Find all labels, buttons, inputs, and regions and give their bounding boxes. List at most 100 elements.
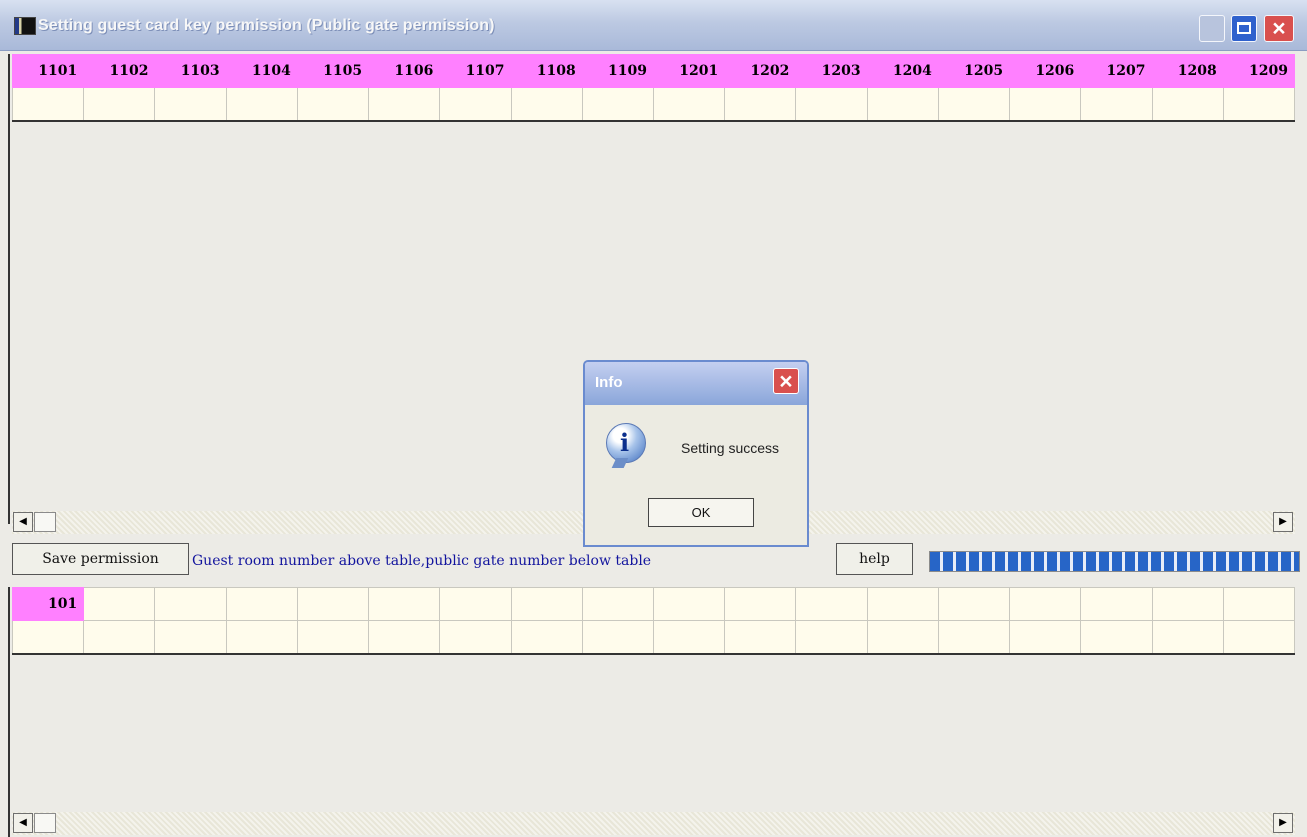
room-header-cell[interactable]: 1204 [866,54,939,88]
gate-cell[interactable] [937,587,1011,621]
permission-cell[interactable] [652,87,726,122]
guest-room-permission-row [11,87,1296,122]
gate-permission-cell[interactable] [296,620,370,655]
room-header-cell[interactable]: 1201 [652,54,726,88]
gate-cell[interactable] [439,587,512,621]
gate-permission-cell[interactable] [11,620,85,655]
gate-header-cell[interactable]: 101 [11,587,85,621]
gate-cell[interactable] [368,587,441,621]
permission-cell[interactable] [296,87,370,122]
save-permission-button[interactable]: Save permission [12,543,189,575]
public-gate-header-row: 101 [11,587,1296,621]
gate-cell[interactable] [296,587,370,621]
permission-cell[interactable] [368,87,441,122]
permission-cell[interactable] [866,87,939,122]
gate-cell[interactable] [724,587,797,621]
ok-button[interactable]: OK [648,498,754,527]
guest-room-header-row: 1101 1102 1103 1104 1105 1106 1107 1108 … [11,54,1296,88]
gate-permission-cell[interactable] [937,620,1011,655]
room-header-cell[interactable]: 1109 [581,54,654,88]
permission-cell[interactable] [1080,87,1153,122]
close-icon: × [779,368,793,394]
room-header-cell[interactable]: 1108 [510,54,583,88]
scroll-thumb[interactable] [34,813,56,833]
permission-cell[interactable] [1009,87,1082,122]
gate-permission-cell[interactable] [866,620,939,655]
room-header-cell[interactable]: 1103 [154,54,227,88]
permission-cell[interactable] [154,87,227,122]
public-gate-permission-table[interactable]: 101 [11,587,1296,655]
dialog-title: Info [595,374,623,391]
gate-cell[interactable] [581,587,654,621]
room-header-cell[interactable]: 1107 [439,54,512,88]
dialog-close-button[interactable]: × [773,368,799,394]
room-header-cell[interactable]: 1104 [225,54,298,88]
gate-permission-cell[interactable] [1009,620,1082,655]
permission-cell[interactable] [510,87,583,122]
gate-permission-cell[interactable] [439,620,512,655]
scroll-left-button[interactable]: ◀ [13,813,33,833]
room-header-cell[interactable]: 1206 [1009,54,1082,88]
maximize-icon [1237,22,1251,34]
scroll-thumb[interactable] [34,512,56,532]
room-header-cell[interactable]: 1101 [11,54,85,88]
room-header-cell[interactable]: 1205 [937,54,1011,88]
close-icon: × [1272,15,1286,41]
gate-permission-cell[interactable] [724,620,797,655]
room-header-cell[interactable]: 1202 [724,54,797,88]
gate-cell[interactable] [652,587,726,621]
permission-window: Setting guest card key permission (Publi… [0,0,1307,837]
gate-cell[interactable] [154,587,227,621]
scroll-right-button[interactable]: ▶ [1273,512,1293,532]
gate-permission-cell[interactable] [154,620,227,655]
permission-cell[interactable] [225,87,298,122]
gate-cell[interactable] [1151,587,1224,621]
permission-cell[interactable] [795,87,868,122]
gate-cell[interactable] [510,587,583,621]
gate-permission-cell[interactable] [1151,620,1224,655]
gate-permission-cell[interactable] [510,620,583,655]
room-header-cell[interactable]: 1209 [1222,54,1296,88]
scroll-right-button[interactable]: ▶ [1273,813,1293,833]
gate-cell[interactable] [1222,587,1296,621]
gate-cell[interactable] [1009,587,1082,621]
gate-permission-cell[interactable] [1222,620,1296,655]
room-header-cell[interactable]: 1207 [1080,54,1153,88]
application-icon [14,17,36,35]
room-header-cell[interactable]: 1105 [296,54,370,88]
guest-room-permission-table[interactable]: 1101 1102 1103 1104 1105 1106 1107 1108 … [11,54,1296,122]
gate-cell[interactable] [866,587,939,621]
gate-permission-cell[interactable] [652,620,726,655]
close-window-button[interactable]: × [1264,15,1294,42]
permission-cell[interactable] [11,87,85,122]
table-help-text: Guest room number above table,public gat… [192,553,652,569]
maximize-button[interactable] [1231,15,1257,42]
room-header-cell[interactable]: 1208 [1151,54,1224,88]
permission-cell[interactable] [581,87,654,122]
permission-cell[interactable] [439,87,512,122]
bottom-horizontal-scrollbar[interactable]: ◀ ▶ [12,812,1295,835]
room-header-cell[interactable]: 1203 [795,54,868,88]
permission-cell[interactable] [83,87,156,122]
gate-permission-cell[interactable] [795,620,868,655]
gate-cell[interactable] [83,587,156,621]
window-title-bar: Setting guest card key permission (Publi… [0,0,1307,51]
permission-cell[interactable] [937,87,1011,122]
help-button[interactable]: help [836,543,913,575]
gate-permission-cell[interactable] [1080,620,1153,655]
minimize-button[interactable] [1199,15,1225,42]
gate-cell[interactable] [225,587,298,621]
room-header-cell[interactable]: 1102 [83,54,156,88]
gate-permission-cell[interactable] [225,620,298,655]
permission-cell[interactable] [1222,87,1296,122]
room-header-cell[interactable]: 1106 [368,54,441,88]
dialog-message: Setting success [681,440,780,456]
gate-permission-cell[interactable] [581,620,654,655]
gate-permission-cell[interactable] [368,620,441,655]
scroll-left-button[interactable]: ◀ [13,512,33,532]
gate-permission-cell[interactable] [83,620,156,655]
permission-cell[interactable] [1151,87,1224,122]
permission-cell[interactable] [724,87,797,122]
gate-cell[interactable] [795,587,868,621]
gate-cell[interactable] [1080,587,1153,621]
